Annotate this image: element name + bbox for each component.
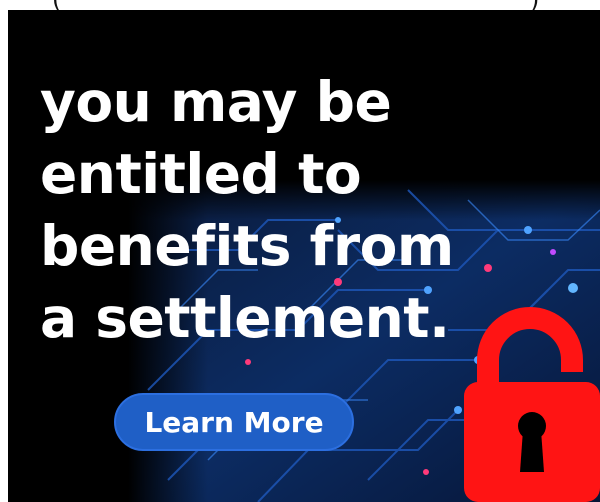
left-parenthesis: ( <box>52 0 61 10</box>
ad-panel[interactable]: you may be entitled to benefits from a s… <box>8 10 600 502</box>
headline-line-3: benefits from <box>40 214 454 278</box>
learn-more-button[interactable]: Learn More <box>114 393 354 451</box>
headline-line-2: entitled to <box>40 142 362 206</box>
headline: you may be entitled to benefits from a s… <box>40 66 454 354</box>
headline-line-4: a settlement. <box>40 286 450 350</box>
right-parenthesis: ) <box>530 0 539 10</box>
headline-line-1: you may be <box>40 70 392 134</box>
settlement-ad[interactable]: ( ) <box>0 0 600 502</box>
unlocked-padlock-icon <box>464 307 600 502</box>
top-strip: ( ) <box>0 0 600 10</box>
